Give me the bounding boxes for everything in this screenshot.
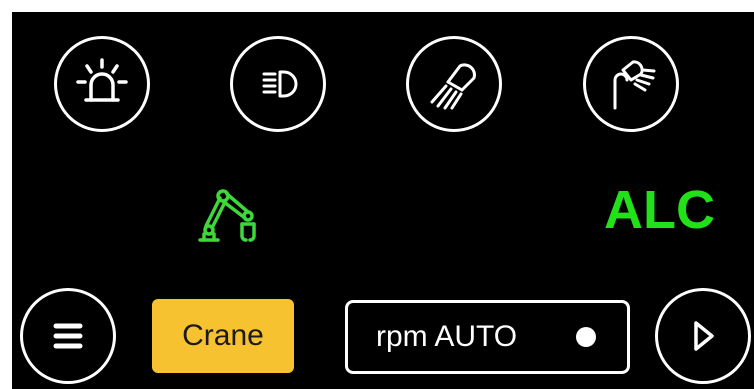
rpm-auto-button[interactable]: rpm AUTO — [345, 300, 630, 374]
beacon-light-button[interactable] — [54, 36, 150, 132]
low-beam-headlight-icon — [262, 70, 298, 98]
hamburger-menu-icon — [53, 323, 83, 349]
work-light-icon — [430, 63, 476, 110]
next-button[interactable] — [655, 288, 751, 384]
crane-arm-icon — [198, 189, 256, 242]
screen: ALC Crane rpm AUTO — [0, 0, 754, 389]
rpm-status-indicator — [576, 327, 596, 347]
spotlight-icon — [613, 60, 656, 110]
crane-button[interactable]: Crane — [152, 299, 294, 373]
rpm-auto-label: rpm AUTO — [376, 320, 518, 353]
low-beam-button[interactable] — [230, 36, 326, 132]
play-next-icon — [694, 321, 714, 351]
spotlight-button[interactable] — [583, 36, 679, 132]
work-light-button[interactable] — [406, 36, 502, 132]
mode-label: ALC — [604, 180, 715, 240]
menu-button[interactable] — [20, 288, 116, 384]
beacon-light-icon — [76, 58, 128, 102]
control-panel: ALC Crane rpm AUTO — [12, 12, 754, 389]
